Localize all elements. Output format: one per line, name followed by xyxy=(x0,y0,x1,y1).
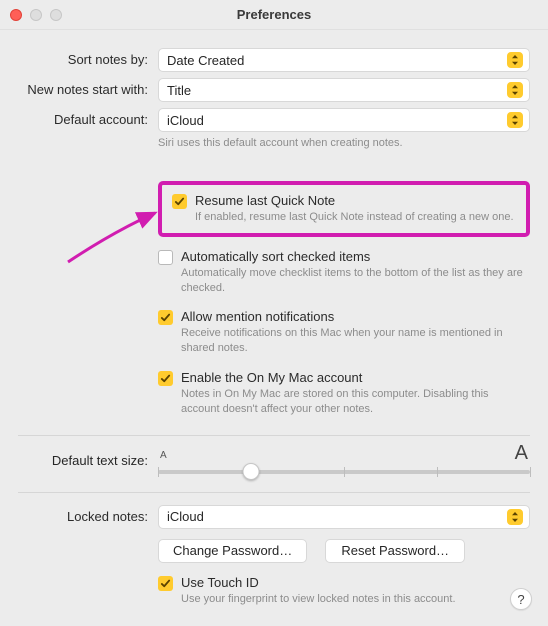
default-account-label: Default account: xyxy=(18,108,158,151)
mentions-hint: Receive notifications on this Mac when y… xyxy=(181,326,530,356)
sort-notes-label: Sort notes by: xyxy=(18,48,158,72)
titlebar: Preferences xyxy=(0,0,548,30)
default-account-value: iCloud xyxy=(167,113,507,128)
text-size-max-icon: A xyxy=(515,442,528,465)
chevron-up-down-icon xyxy=(507,82,523,98)
locked-notes-label: Locked notes: xyxy=(18,505,158,607)
window-minimize-button xyxy=(30,9,42,21)
change-password-button[interactable]: Change Password… xyxy=(158,539,307,563)
sort-notes-select[interactable]: Date Created xyxy=(158,48,530,72)
touch-id-hint: Use your fingerprint to view locked note… xyxy=(181,592,530,607)
window-close-button[interactable] xyxy=(10,9,22,21)
chevron-up-down-icon xyxy=(507,509,523,525)
auto-sort-label: Automatically sort checked items xyxy=(181,249,530,264)
on-my-mac-checkbox[interactable] xyxy=(158,371,173,386)
text-size-min-icon: A xyxy=(160,450,167,461)
divider xyxy=(18,435,530,436)
traffic-lights xyxy=(10,9,62,21)
new-notes-label: New notes start with: xyxy=(18,78,158,102)
default-account-select[interactable]: iCloud xyxy=(158,108,530,132)
locked-notes-value: iCloud xyxy=(167,509,507,524)
auto-sort-checkbox[interactable] xyxy=(158,250,173,265)
chevron-up-down-icon xyxy=(507,112,523,128)
slider-knob[interactable] xyxy=(243,463,260,480)
on-my-mac-label: Enable the On My Mac account xyxy=(181,370,530,385)
text-size-label: Default text size: xyxy=(18,453,158,468)
new-notes-select[interactable]: Title xyxy=(158,78,530,102)
window-title: Preferences xyxy=(0,7,548,22)
resume-quick-note-hint: If enabled, resume last Quick Note inste… xyxy=(195,210,516,225)
auto-sort-hint: Automatically move checklist items to th… xyxy=(181,266,530,296)
on-my-mac-hint: Notes in On My Mac are stored on this co… xyxy=(181,387,530,417)
touch-id-checkbox[interactable] xyxy=(158,576,173,591)
mentions-checkbox[interactable] xyxy=(158,310,173,325)
help-button[interactable]: ? xyxy=(510,588,532,610)
touch-id-label: Use Touch ID xyxy=(181,575,530,590)
resume-quick-note-highlight: Resume last Quick Note If enabled, resum… xyxy=(158,181,530,237)
divider xyxy=(18,492,530,493)
mentions-label: Allow mention notifications xyxy=(181,309,530,324)
resume-quick-note-label: Resume last Quick Note xyxy=(195,193,516,208)
chevron-up-down-icon xyxy=(507,52,523,68)
new-notes-value: Title xyxy=(167,83,507,98)
reset-password-button[interactable]: Reset Password… xyxy=(325,539,465,563)
locked-notes-select[interactable]: iCloud xyxy=(158,505,530,529)
window-zoom-button xyxy=(50,9,62,21)
sort-notes-value: Date Created xyxy=(167,53,507,68)
text-size-slider[interactable] xyxy=(158,470,530,474)
default-account-hint: Siri uses this default account when crea… xyxy=(158,136,530,151)
resume-quick-note-checkbox[interactable] xyxy=(172,194,187,209)
